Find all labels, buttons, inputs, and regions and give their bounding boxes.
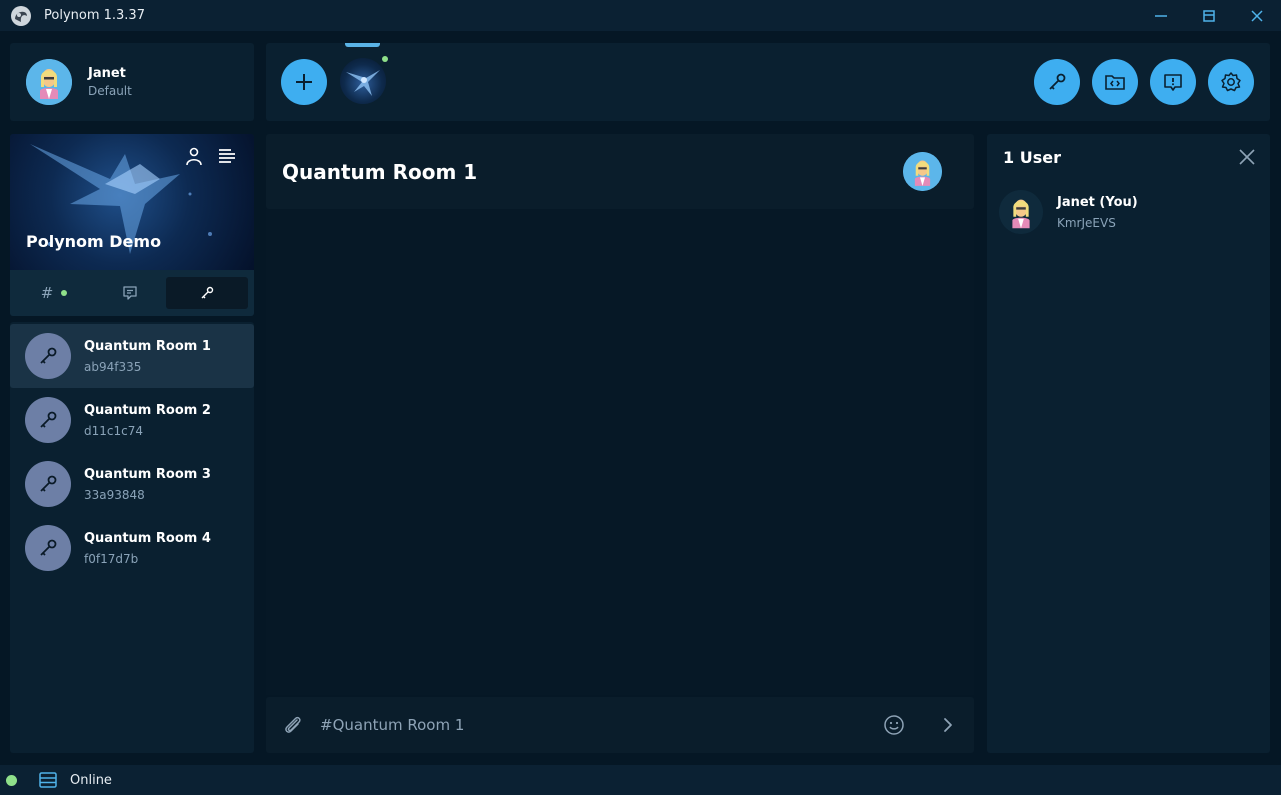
room-item-3[interactable]: Quantum Room 3 33a93848 [10, 452, 254, 516]
key-icon [40, 347, 57, 364]
server-banner: Polynom Demo [10, 134, 254, 270]
send-icon[interactable] [939, 716, 957, 734]
room-avatar [25, 333, 71, 379]
info-button[interactable] [1150, 59, 1196, 105]
tab-chats[interactable] [92, 277, 168, 309]
channel-tabs: # [10, 270, 254, 316]
room-name: Quantum Room 1 [84, 338, 211, 354]
server-tab-polynom-demo[interactable] [340, 58, 386, 104]
phoenix-icon [346, 70, 380, 96]
room-item-1[interactable]: Quantum Room 1 ab94f335 [10, 324, 254, 388]
close-icon [1251, 9, 1263, 22]
room-id: f0f17d7b [84, 551, 139, 566]
key-icon [40, 475, 57, 492]
title-bar: Polynom 1.3.37 [0, 0, 1281, 31]
member-id: KmrJeEVS [1057, 215, 1116, 230]
connection-status: Online [70, 772, 112, 788]
online-status-dot [6, 774, 17, 786]
status-bar: Online [0, 765, 1281, 795]
message-area [266, 209, 974, 695]
room-name: Quantum Room 2 [84, 402, 211, 418]
chat-icon [123, 286, 137, 300]
users-count-title: 1 User [1003, 148, 1061, 167]
settings-button[interactable] [1208, 59, 1254, 105]
info-icon [1164, 74, 1182, 91]
emoji-icon[interactable] [883, 714, 905, 736]
avatar-icon [903, 152, 942, 191]
add-server-button[interactable] [281, 59, 327, 105]
app-logo-icon [11, 5, 31, 26]
avatar-icon [999, 190, 1043, 234]
user-status: Default [88, 84, 132, 98]
add-icon [296, 74, 312, 90]
server-panel: Polynom Demo # [10, 134, 254, 316]
user-card[interactable]: Janet Default [10, 43, 254, 121]
files-button[interactable] [1092, 59, 1138, 105]
chat-header: Quantum Room 1 [266, 134, 974, 209]
close-panel-icon[interactable] [1238, 148, 1256, 166]
message-composer: #Quantum Room 1 [266, 697, 974, 753]
tab-keys[interactable] [166, 277, 248, 309]
avatar-icon [26, 59, 72, 105]
room-item-2[interactable]: Quantum Room 2 d11c1c74 [10, 388, 254, 452]
tab-channels[interactable]: # [16, 277, 92, 309]
room-avatar [25, 461, 71, 507]
paperclip-icon[interactable] [282, 714, 304, 736]
window-title: Polynom 1.3.37 [44, 8, 145, 23]
room-name: Quantum Room 3 [84, 466, 211, 482]
room-avatar [25, 397, 71, 443]
chat-title: Quantum Room 1 [282, 160, 478, 184]
member-name: Janet (You) [1057, 194, 1138, 210]
key-icon [1049, 73, 1066, 90]
room-id: 33a93848 [84, 487, 145, 502]
rooms-list: Quantum Room 1 ab94f335 Quantum Room 2 d… [10, 322, 254, 753]
unread-dot [61, 290, 68, 296]
members-icon[interactable] [184, 146, 204, 166]
maximize-icon [1203, 9, 1215, 22]
key-icon [40, 411, 57, 428]
menu-icon[interactable] [217, 146, 237, 166]
key-icon [201, 286, 214, 299]
message-input[interactable]: #Quantum Room 1 [320, 716, 464, 734]
key-icon [40, 539, 57, 556]
maximize-button[interactable] [1185, 0, 1233, 31]
room-id: d11c1c74 [84, 423, 143, 438]
folder-code-icon [1105, 75, 1125, 90]
room-name: Quantum Room 4 [84, 530, 211, 546]
keys-button[interactable] [1034, 59, 1080, 105]
user-name: Janet [88, 66, 126, 81]
chat-participant-avatar[interactable] [903, 152, 942, 191]
server-online-dot [382, 56, 388, 62]
window-controls [1137, 0, 1281, 31]
settings-icon [1221, 72, 1241, 92]
room-item-4[interactable]: Quantum Room 4 f0f17d7b [10, 516, 254, 580]
room-id: ab94f335 [84, 359, 142, 374]
users-panel: 1 User Janet (You) KmrJeEVS [987, 134, 1270, 753]
hash-icon: # [40, 284, 54, 302]
room-avatar [25, 525, 71, 571]
minimize-button[interactable] [1137, 0, 1185, 31]
user-avatar [26, 59, 72, 105]
server-name: Polynom Demo [26, 232, 162, 251]
member-item[interactable]: Janet (You) KmrJeEVS [999, 190, 1138, 234]
close-window-button[interactable] [1233, 0, 1281, 31]
top-bar [266, 43, 1270, 121]
server-status-icon[interactable] [38, 770, 58, 790]
minimize-icon [1155, 14, 1167, 17]
active-server-indicator [345, 43, 380, 47]
member-avatar [999, 190, 1043, 234]
